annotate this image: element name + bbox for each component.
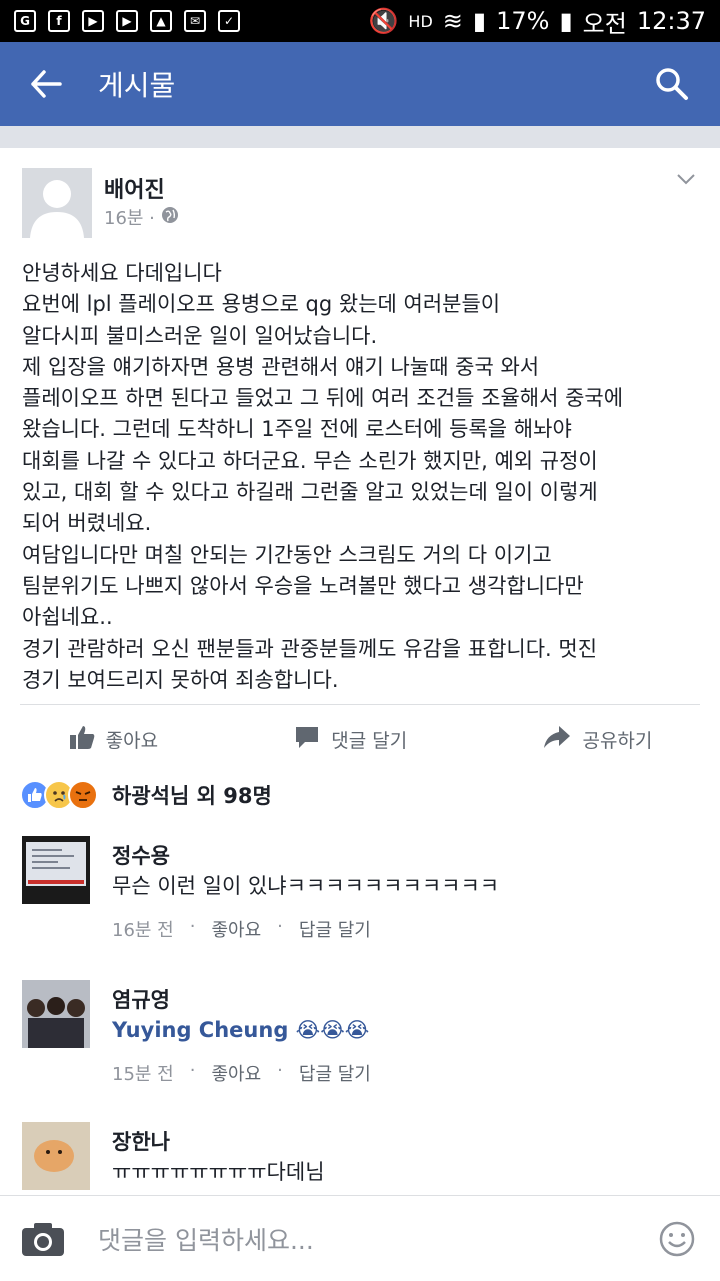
comment-reply-link[interactable]: 답글 달기	[299, 1060, 371, 1086]
page-title: 게시물	[98, 69, 176, 102]
post-line: 되어 버렸네요.	[22, 511, 152, 536]
post-line: 플레이오프 하면 된다고 들었고 그 뒤에 여러 조건들 조율해서 중국에	[22, 386, 624, 411]
author-avatar[interactable]	[22, 168, 92, 238]
mute-icon: 🔇	[368, 7, 399, 35]
post-line: 경기 보여드리지 못하여 죄송합니다.	[22, 667, 339, 692]
like-button[interactable]: 좋아요	[68, 723, 158, 756]
author-name[interactable]: 배어진	[104, 172, 165, 204]
angry-reaction-icon	[68, 780, 98, 810]
gallery-icon: ▲	[150, 10, 172, 32]
status-bar: G f ▶ ▶ ▲ ✉ ✓ 🔇 HD ≋ ▮ 17% ▮ 오전 12:37	[0, 0, 720, 42]
reactions-text: 하광석님 외 98명	[112, 784, 272, 808]
post-meta: 16분 ·	[104, 204, 179, 230]
tagged-name[interactable]: Yuying Cheung	[112, 1018, 288, 1042]
comment-text: Yuying Cheung 😭😭😭	[112, 1018, 369, 1042]
app-icon: G	[14, 10, 36, 32]
separator	[0, 126, 720, 148]
play-icon: ▶	[116, 10, 138, 32]
post-line: 알다시피 불미스러운 일이 일어났습니다.	[22, 323, 378, 348]
battery-text: 17%	[496, 7, 550, 35]
search-icon[interactable]	[654, 66, 690, 102]
wifi-icon: ≋	[442, 7, 463, 35]
comment-text: ㅠㅠㅠㅠㅠㅠㅠㅠ다데님	[112, 1160, 325, 1184]
clipboard-icon: ✓	[218, 10, 240, 32]
post-actions: 좋아요 댓글 달기 공유하기	[0, 714, 720, 764]
hd-icon: HD	[408, 11, 433, 31]
comment-composer: 댓글을 입력하세요...	[0, 1195, 720, 1281]
comment-reply-link[interactable]: 답글 달기	[299, 916, 371, 942]
comment-meta: 16분 전 · 좋아요 · 답글 달기	[112, 916, 371, 942]
ampm: 오전	[582, 9, 627, 38]
comment-time: 16분 전	[112, 920, 174, 941]
post-line: 팀분위기도 나쁘지 않아서 우승을 노려볼만 했다고 생각합니다만	[22, 573, 584, 598]
reactions-summary[interactable]: 하광석님 외 98명	[20, 780, 272, 810]
signal-icon: ▮	[472, 7, 487, 35]
post-line: 제 입장을 얘기하자면 용병 관련해서 얘기 나눌때 중국 와서	[22, 354, 540, 379]
comment-like-link[interactable]: 좋아요	[211, 1060, 261, 1086]
post-time[interactable]: 16분 ·	[104, 204, 155, 230]
chevron-down-icon[interactable]	[676, 170, 696, 189]
back-arrow-icon[interactable]	[30, 67, 64, 101]
comment-text: 무슨 이런 일이 있냐ㅋㅋㅋㅋㅋㅋㅋㅋㅋㅋㅋ	[112, 874, 500, 898]
commenter-name[interactable]: 장한나	[112, 1126, 170, 1156]
post-line: 왔습니다. 그런데 도착하니 1주일 전에 로스터에 등록을 해놔야	[22, 417, 572, 442]
crying-emoji: 😭😭😭	[295, 1018, 370, 1042]
comment-time: 15분 전	[112, 1064, 174, 1085]
share-icon	[542, 723, 572, 756]
commenter-avatar[interactable]	[22, 980, 90, 1048]
divider	[20, 704, 700, 705]
commenter-avatar[interactable]	[22, 836, 90, 904]
comment-label: 댓글 달기	[331, 729, 408, 752]
comment-meta: 15분 전 · 좋아요 · 답글 달기	[112, 1060, 371, 1086]
post-line: 아쉽네요..	[22, 605, 113, 630]
thumbs-up-icon	[68, 723, 96, 756]
comment-input[interactable]: 댓글을 입력하세요...	[98, 1221, 314, 1257]
commenter-avatar[interactable]	[22, 1122, 90, 1190]
mail-icon: ✉	[184, 10, 206, 32]
post-line: 있고, 대회 할 수 있다고 하길래 그런줄 알고 있었는데 일이 이렇게	[22, 480, 598, 505]
app-bar: 게시물	[0, 42, 720, 126]
camera-icon[interactable]	[20, 1220, 66, 1258]
post-line: 안녕하세요 다데입니다	[22, 261, 222, 285]
clock: 12:37	[636, 7, 706, 35]
comment-button[interactable]: 댓글 달기	[293, 723, 407, 756]
commenter-name[interactable]: 정수용	[112, 840, 170, 870]
comment-icon	[293, 723, 321, 756]
video-icon: ▶	[82, 10, 104, 32]
battery-icon: ▮	[559, 7, 573, 35]
post-line: 요번에 lpl 플레이오프 용병으로 qg 왔는데 여러분들이	[22, 292, 501, 317]
post-body: 안녕하세요 다데입니다 요번에 lpl 플레이오프 용병으로 qg 왔는데 여러…	[22, 258, 702, 696]
share-button[interactable]: 공유하기	[542, 723, 652, 756]
post-line: 경기 관람하러 오신 팬분들과 관중분들께도 유감을 표합니다. 멋진	[22, 636, 598, 661]
commenter-name[interactable]: 염규영	[112, 984, 170, 1014]
comment-like-link[interactable]: 좋아요	[211, 916, 261, 942]
like-label: 좋아요	[105, 729, 159, 752]
share-label: 공유하기	[582, 729, 653, 752]
globe-icon	[161, 206, 179, 229]
post-line: 대회를 나갈 수 있다고 하더군요. 무슨 소린가 했지만, 예외 규정이	[22, 448, 598, 473]
facebook-icon: f	[48, 10, 70, 32]
post-line: 여담입니다만 며칠 안되는 기간동안 스크림도 거의 다 이기고	[22, 542, 552, 567]
smiley-icon[interactable]	[658, 1220, 696, 1258]
